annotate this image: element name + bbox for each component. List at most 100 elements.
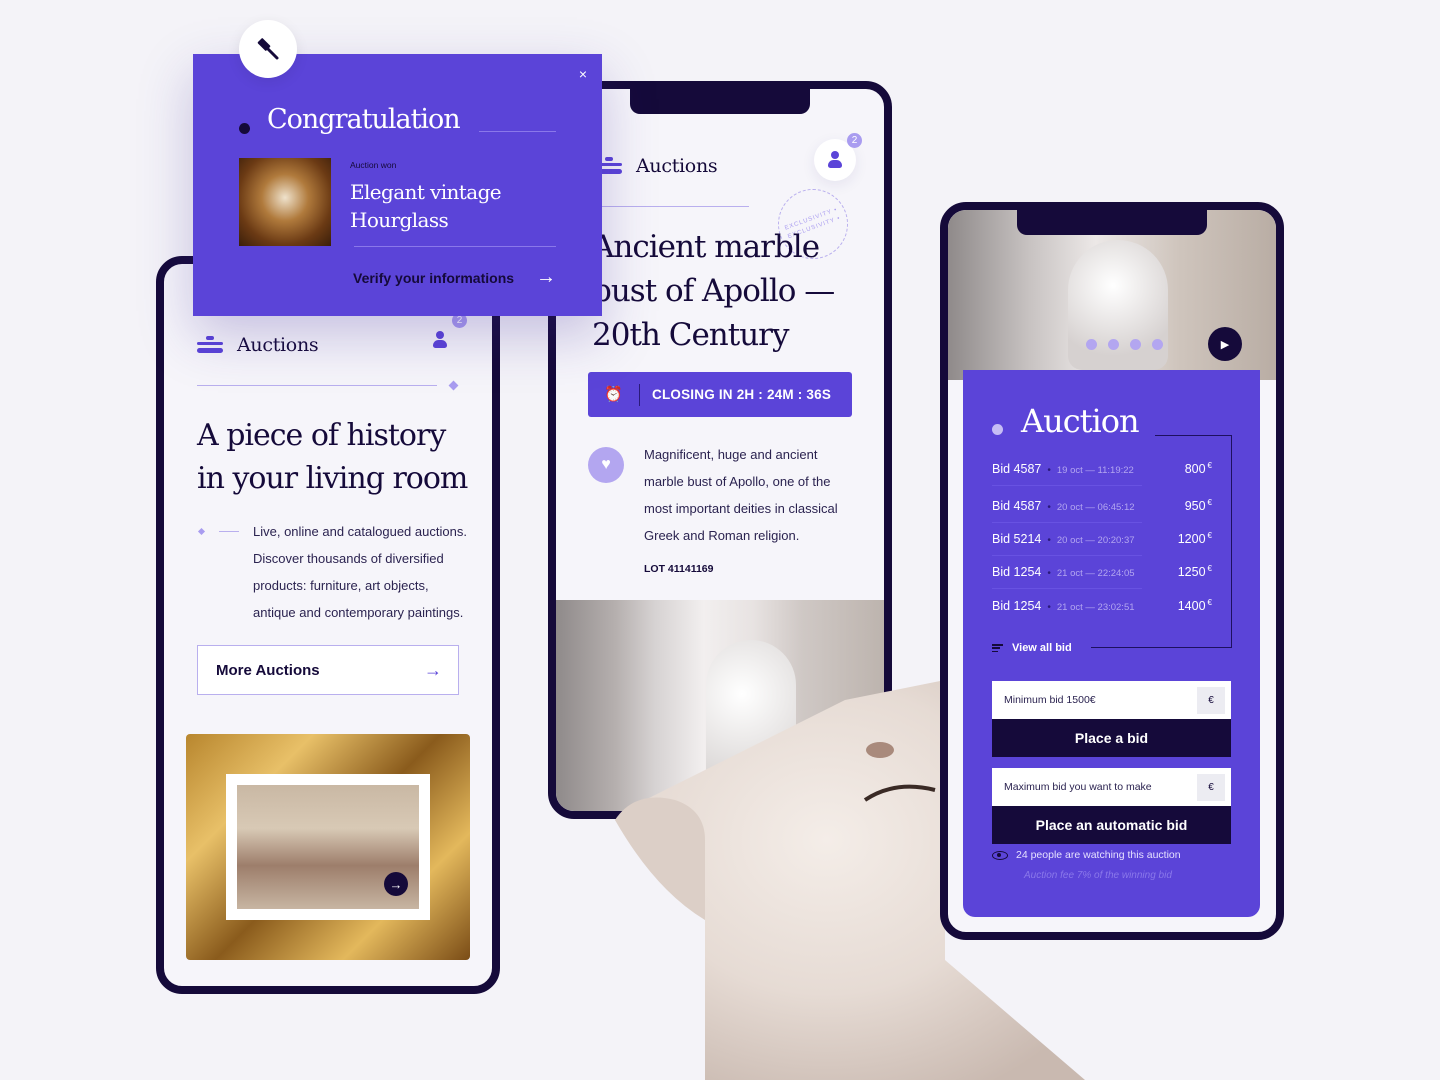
painting-next-button[interactable]: →: [384, 872, 408, 896]
verify-info-link[interactable]: Verify your informations →: [353, 266, 556, 289]
description-line: most important deities in classical: [644, 501, 838, 516]
close-button[interactable]: ×: [579, 66, 587, 82]
divider: [596, 206, 749, 207]
framed-painting[interactable]: →: [186, 734, 470, 960]
bust-image: [1068, 240, 1168, 370]
currency-symbol: €: [1207, 564, 1212, 573]
separator-dot: •: [1047, 535, 1051, 547]
place-automatic-bid-button[interactable]: Place an automatic bid: [992, 806, 1231, 844]
bid-amount: 800 €: [1185, 461, 1212, 476]
closing-countdown: ⏰ CLOSING IN 2H : 24M : 36S: [588, 372, 852, 417]
minimum-bid-input[interactable]: Minimum bid 1500€ €: [992, 681, 1231, 719]
bid-name: Bid 4587: [992, 462, 1042, 477]
amount-value: 1400: [1177, 599, 1206, 614]
diamond-ornament: [448, 380, 459, 391]
auction-title: Auction: [1021, 402, 1140, 440]
verify-label: Verify your informations: [353, 269, 515, 286]
divider: [479, 131, 556, 132]
auction-stack-icon: [197, 336, 223, 354]
intro-line: Live, online and catalogued auctions.: [253, 524, 467, 539]
headline-line: in your living room: [197, 461, 468, 496]
diamond-ornament: [197, 527, 206, 536]
currency-euro-label: €: [1197, 773, 1225, 801]
item-carousel[interactable]: ▶: [948, 210, 1276, 380]
bid-divider: [992, 522, 1142, 523]
separator-dot: •: [1047, 602, 1051, 614]
bid-date: 20 oct — 06:45:12: [1056, 502, 1135, 514]
bullet-dot: [992, 424, 1003, 435]
user-account-button[interactable]: 2: [814, 133, 862, 181]
popup-title: Congratulation: [267, 104, 461, 135]
favorite-button[interactable]: ♥: [588, 447, 624, 483]
bid-name: Bid 5214: [992, 532, 1042, 547]
bid-date: 19 oct — 11:19:22: [1056, 465, 1134, 477]
currency-symbol: €: [1207, 498, 1212, 507]
arrow-right-icon: →: [424, 659, 442, 680]
user-icon: [828, 151, 842, 169]
auction-won-label: Auction won: [350, 160, 397, 170]
currency-symbol: €: [1207, 461, 1212, 470]
bullet-dot: [239, 123, 250, 134]
currency-symbol: €: [1207, 531, 1212, 540]
description-line: marble bust of Apollo, one of the: [644, 474, 831, 489]
user-icon: [433, 331, 447, 349]
bid-name: Bid 1254: [992, 599, 1042, 614]
bid-divider: [992, 555, 1142, 556]
title-line: Ancient marble: [592, 229, 820, 265]
user-account-button[interactable]: 2: [419, 313, 467, 361]
view-all-bids-link[interactable]: View all bid: [992, 642, 1072, 654]
bid-amount: 1250 €: [1178, 564, 1212, 579]
place-bid-button[interactable]: Place a bid: [992, 719, 1231, 757]
title-line: bust of Apollo —: [592, 273, 835, 309]
separator-dot: •: [1047, 502, 1051, 514]
play-button[interactable]: ▶: [1208, 327, 1242, 361]
description-line: Greek and Roman religion.: [644, 528, 800, 543]
bid-date: 20 oct — 20:20:37: [1056, 535, 1135, 547]
intro-line: products: furniture, art objects,: [253, 578, 429, 593]
carousel-dot[interactable]: [1086, 339, 1097, 350]
headline-line: A piece of history: [197, 418, 446, 453]
carousel-dot[interactable]: [1108, 339, 1119, 350]
item-description: Magnificent, huge and ancient marble bus…: [644, 441, 838, 549]
lot-number: LOT 41141169: [644, 563, 714, 575]
phone-notch: [630, 89, 810, 114]
watchers-text: 24 people are watching this auction: [1016, 849, 1181, 861]
auction-bid-card: Auction Bid 4587 • 19 oct — 11:19:22 800 € Bi…: [963, 370, 1260, 917]
carousel-dot[interactable]: [1152, 339, 1163, 350]
app-header: Auctions: [197, 334, 319, 356]
more-auctions-label: More Auctions: [216, 661, 320, 679]
hourglass-thumbnail: [239, 158, 331, 246]
min-bid-placeholder: Minimum bid 1500€: [1004, 694, 1096, 706]
more-auctions-button[interactable]: More Auctions →: [197, 645, 459, 695]
currency-euro-label: €: [1197, 686, 1225, 714]
bid-row: Bid 1254 • 21 oct — 23:02:51 1400 €: [992, 598, 1212, 613]
bid-amount: 950 €: [1185, 498, 1212, 513]
intro-line: Discover thousands of diversified: [253, 551, 444, 566]
bid-amount: 1200 €: [1178, 531, 1212, 546]
item-name-line: Elegant vintage: [350, 180, 502, 204]
gavel-icon: [257, 38, 279, 60]
carousel-dot[interactable]: [1130, 339, 1141, 350]
bid-row: Bid 4587 • 19 oct — 11:19:22 800 €: [992, 461, 1212, 476]
eye-icon: [992, 850, 1008, 860]
divider: [197, 385, 437, 386]
maximum-bid-input[interactable]: Maximum bid you want to make €: [992, 768, 1231, 806]
currency-symbol: €: [1207, 598, 1212, 607]
amount-value: 1200: [1177, 532, 1206, 547]
separator-dot: •: [1047, 568, 1051, 580]
countdown-text: CLOSING IN 2H : 24M : 36S: [652, 387, 832, 402]
bid-name: Bid 1254: [992, 565, 1042, 580]
auction-won-popup: × Congratulation Auction won Elegant vin…: [193, 20, 602, 316]
bid-amount: 1400 €: [1178, 598, 1212, 613]
title-line: 20th Century: [592, 317, 790, 353]
alarm-clock-icon: ⏰: [588, 383, 640, 406]
bid-date: 21 oct — 23:02:51: [1056, 602, 1135, 614]
filter-list-icon: [992, 644, 1003, 652]
view-all-label: View all bid: [1012, 642, 1072, 654]
intro-text: Live, online and catalogued auctions. Di…: [253, 518, 467, 626]
separator-dot: •: [1047, 465, 1051, 477]
carousel-dots: [1086, 339, 1163, 350]
amount-value: 800: [1184, 462, 1206, 477]
item-photo: [556, 600, 884, 811]
bust-image: [706, 640, 796, 811]
